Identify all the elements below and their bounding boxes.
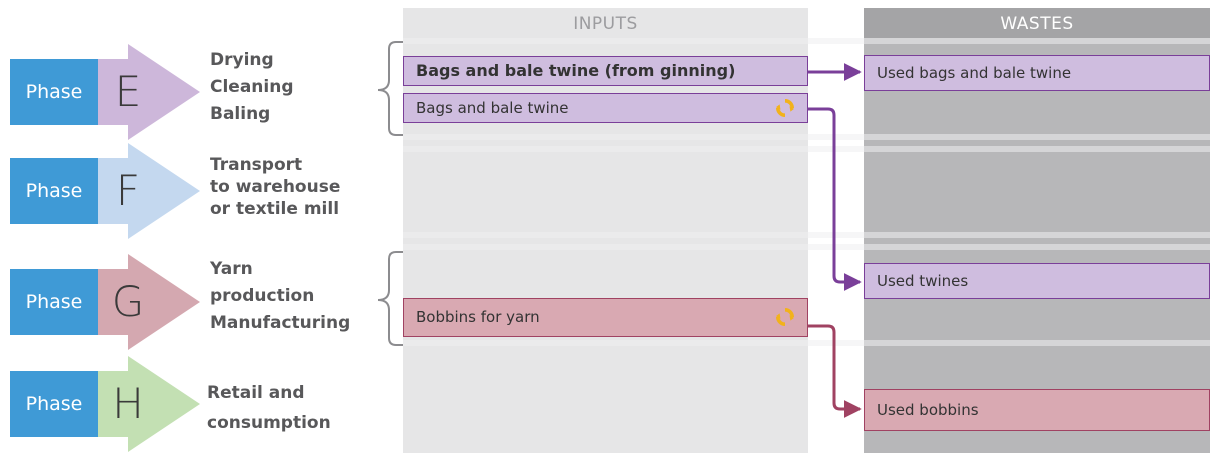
input-box: Bags and bale twine (from ginning): [403, 56, 808, 86]
arrow-bags-to-used-twines: [808, 107, 862, 291]
waste-box: Used bobbins: [864, 389, 1210, 431]
recycle-icon: [776, 308, 794, 326]
input-label: Bobbins for yarn: [416, 308, 540, 326]
recycle-icon: [776, 99, 794, 117]
input-box: Bags and bale twine: [403, 93, 808, 123]
brace-phase-g: [377, 251, 403, 346]
arrow-bobbins-to-used: [808, 324, 862, 418]
waste-label: Used bobbins: [877, 401, 979, 419]
waste-box: Used bags and bale twine: [864, 55, 1210, 91]
input-box: Bobbins for yarn: [403, 298, 808, 337]
input-label: Bags and bale twine: [416, 99, 569, 117]
input-label: Bags and bale twine (from ginning): [416, 61, 736, 80]
waste-box: Used twines: [864, 263, 1210, 299]
waste-label: Used bags and bale twine: [877, 64, 1072, 82]
waste-label: Used twines: [877, 272, 969, 290]
brace-phase-e: [377, 41, 403, 136]
